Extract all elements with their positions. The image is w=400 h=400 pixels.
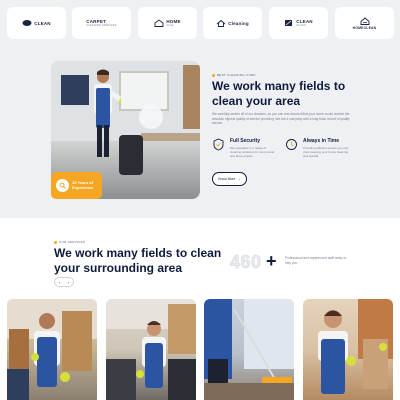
clock-icon bbox=[286, 139, 297, 150]
section-tag-text: OUR SERVICES bbox=[59, 240, 86, 244]
staff-counter-text: Professional and experienced staff ready… bbox=[285, 256, 347, 265]
section-tag: BEST CLEANING CORP bbox=[212, 73, 256, 77]
partner-logo-text: CLEAN bbox=[34, 20, 51, 26]
house-logo-icon bbox=[216, 19, 226, 27]
glass-logo-icon bbox=[285, 20, 293, 26]
house-logo-icon bbox=[360, 16, 369, 25]
tag-dot-icon bbox=[212, 73, 215, 77]
chevron-left-icon[interactable]: ‹ bbox=[59, 280, 60, 285]
cleaner-photo-4 bbox=[318, 299, 393, 394]
experience-text: 15 Years of Experience bbox=[72, 179, 94, 190]
partner-logo-card[interactable]: CARPET CLEANING SERVICES bbox=[72, 7, 131, 39]
know-more-label: Know More bbox=[218, 177, 236, 181]
partner-logo-card[interactable]: HOMECLEAN bbox=[335, 7, 394, 39]
cleaner-photo-2 bbox=[106, 299, 196, 400]
partner-logo-card[interactable]: Cleaning bbox=[203, 7, 262, 39]
about-description: We carefully screen all of our cleaners,… bbox=[212, 112, 350, 126]
experience-badge: 15 Years of Experience bbox=[51, 172, 102, 199]
partner-logo-card[interactable]: HOME Clean bbox=[138, 7, 197, 39]
bubble-logo-icon bbox=[22, 20, 32, 26]
cleaner-photo-3 bbox=[204, 299, 294, 400]
partner-logo-text: CARPET CLEANING SERVICES bbox=[86, 19, 117, 27]
feature-title: Full Security bbox=[230, 138, 261, 144]
arrow-right-icon: → bbox=[237, 177, 241, 181]
magnifier-icon bbox=[56, 179, 69, 192]
tag-dot-icon bbox=[54, 240, 57, 244]
feature-title: Always in Time bbox=[303, 138, 340, 144]
staff-counter-plus: + bbox=[266, 251, 277, 271]
know-more-button[interactable]: Know More → bbox=[212, 172, 247, 186]
shield-icon bbox=[213, 138, 224, 151]
section-tag-text: BEST CLEANING CORP bbox=[217, 73, 256, 77]
cleaner-photo-1 bbox=[7, 299, 97, 400]
house-logo-icon bbox=[154, 19, 164, 27]
partner-logo-text: HOMECLEAN bbox=[352, 25, 377, 30]
carousel-nav: ‹ › bbox=[54, 277, 74, 287]
partner-logo-text: Cleaning bbox=[228, 20, 249, 26]
about-title: We work many fields to clean your area bbox=[212, 79, 346, 108]
partner-logo-card[interactable]: CLEAN GLASS bbox=[269, 7, 328, 39]
partner-logo-card[interactable]: CLEAN bbox=[7, 7, 66, 39]
cleaner-figure bbox=[94, 69, 121, 157]
feature-text: Providing efficient service you can trus… bbox=[303, 146, 349, 159]
partner-logo-text: CLEAN GLASS bbox=[296, 19, 313, 27]
service-card-photo[interactable] bbox=[106, 299, 196, 400]
service-card-photo[interactable] bbox=[204, 299, 294, 400]
services-title: We work many fields to clean your surrou… bbox=[54, 246, 222, 275]
service-card-photo[interactable] bbox=[7, 299, 97, 400]
service-card-photo[interactable] bbox=[303, 299, 393, 400]
feature-text: We specialize in a range of cleaning sol… bbox=[230, 146, 275, 159]
partner-logos: CLEAN CARPET CLEANING SERVICES HOME Clea… bbox=[7, 7, 395, 39]
chevron-right-icon[interactable]: › bbox=[68, 280, 69, 285]
partner-logo-text: HOME Clean bbox=[166, 19, 181, 27]
staff-counter: 460 bbox=[230, 252, 262, 273]
section-tag: OUR SERVICES bbox=[54, 240, 85, 244]
